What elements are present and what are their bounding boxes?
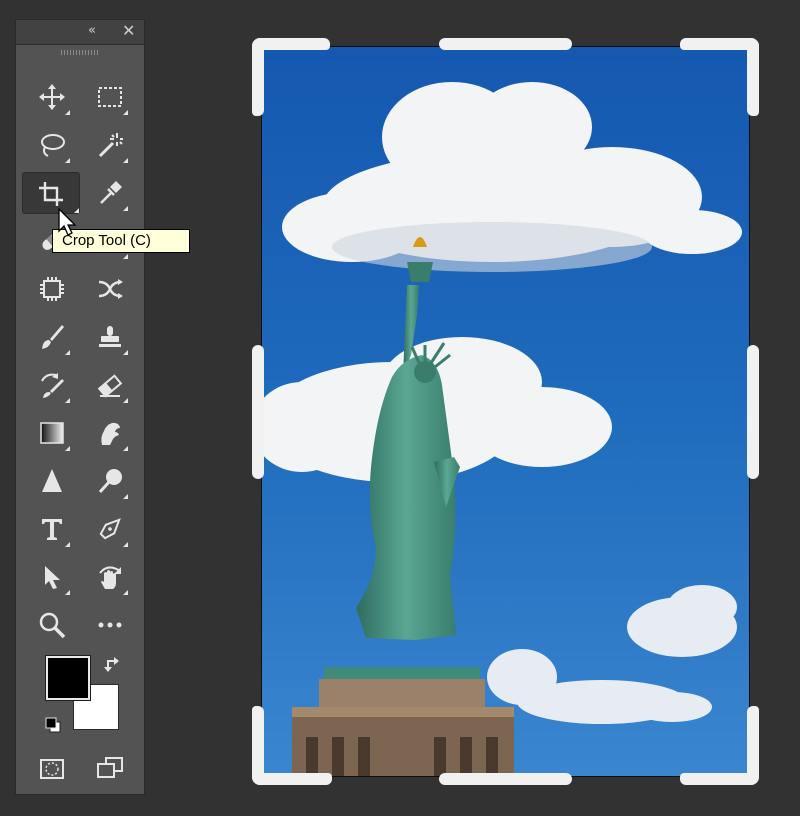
flyout-indicator xyxy=(123,494,128,499)
lasso-tool[interactable] xyxy=(34,127,70,163)
hand-rotate-icon xyxy=(99,566,121,589)
collapse-panel-button[interactable]: « xyxy=(88,24,96,38)
swap-icon[interactable] xyxy=(104,656,122,674)
puppet-warp-tool[interactable] xyxy=(92,271,128,307)
edit-toolbar[interactable] xyxy=(92,607,128,643)
ellipsis-icon xyxy=(98,622,122,628)
eyedropper-icon xyxy=(100,181,122,204)
tools-panel: « ✕ xyxy=(15,19,145,795)
puppet-warp-icon xyxy=(98,279,123,299)
paintbrush-icon xyxy=(42,325,64,349)
mouse-pointer-icon xyxy=(58,208,77,236)
flyout-indicator xyxy=(65,398,70,403)
crop-handle-top-right-vertical[interactable] xyxy=(747,38,759,116)
arrow-icon xyxy=(45,566,60,589)
move-icon xyxy=(39,84,65,110)
quick-mask-icon xyxy=(40,759,64,779)
eraser-tool[interactable] xyxy=(92,367,128,403)
crop-handle-top[interactable] xyxy=(439,38,572,50)
flyout-indicator xyxy=(65,542,70,547)
eyedropper-tool[interactable] xyxy=(92,175,128,211)
dodge-tool[interactable] xyxy=(92,463,128,499)
move-tool[interactable] xyxy=(34,79,70,115)
screen-mode[interactable] xyxy=(92,751,128,787)
clone-stamp-tool[interactable] xyxy=(92,319,128,355)
flyout-indicator xyxy=(123,398,128,403)
rect-marquee-icon xyxy=(98,87,122,107)
gradient-tool[interactable] xyxy=(34,415,70,451)
flyout-indicator xyxy=(65,446,70,451)
quick-mask-mode[interactable] xyxy=(34,751,70,787)
magic-wand-tool[interactable] xyxy=(92,127,128,163)
smudge-tool[interactable] xyxy=(92,415,128,451)
content-aware-icon xyxy=(40,277,64,301)
eraser-icon xyxy=(97,374,123,398)
rectangular-marquee-tool[interactable] xyxy=(92,79,128,115)
flyout-indicator xyxy=(65,158,70,163)
flyout-indicator xyxy=(65,590,70,595)
flyout-indicator xyxy=(123,254,128,259)
crop-handle-right[interactable] xyxy=(747,345,759,479)
sharpen-icon xyxy=(42,469,62,492)
magic-wand-icon xyxy=(98,133,123,158)
smudge-icon xyxy=(101,422,120,445)
pen-icon xyxy=(99,518,121,540)
flyout-indicator xyxy=(65,350,70,355)
flyout-indicator xyxy=(123,206,128,211)
flyout-indicator xyxy=(123,110,128,115)
history-brush-tool[interactable] xyxy=(34,367,70,403)
statue-of-liberty-photo xyxy=(262,47,749,776)
document-canvas[interactable] xyxy=(261,46,750,777)
flyout-indicator xyxy=(123,350,128,355)
content-aware-move-tool[interactable] xyxy=(34,271,70,307)
rotate-view-tool[interactable] xyxy=(92,559,128,595)
crop-handle-left[interactable] xyxy=(252,345,264,479)
zoom-tool[interactable] xyxy=(34,607,70,643)
foreground-color-swatch[interactable] xyxy=(46,656,90,700)
path-selection-tool[interactable] xyxy=(34,559,70,595)
flyout-indicator xyxy=(123,590,128,595)
gradient-icon xyxy=(40,422,64,444)
screen-mode-icon xyxy=(97,757,123,778)
panel-header: « ✕ xyxy=(16,20,144,45)
flyout-indicator xyxy=(123,446,128,451)
flyout-indicator xyxy=(65,110,70,115)
paintbrush-tool[interactable] xyxy=(34,319,70,355)
crop-handle-bottom-left[interactable] xyxy=(252,773,332,785)
dodge-icon xyxy=(98,469,122,494)
sharpen-tool[interactable] xyxy=(34,463,70,499)
panel-grip[interactable] xyxy=(61,50,99,55)
crop-handle-top-left-vertical[interactable] xyxy=(252,38,264,116)
crop-handle-bottom[interactable] xyxy=(439,773,572,785)
type-icon xyxy=(42,519,62,540)
lasso-icon xyxy=(41,134,65,157)
pen-tool[interactable] xyxy=(92,511,128,547)
close-panel-button[interactable]: ✕ xyxy=(122,22,135,40)
stamp-icon xyxy=(99,326,121,347)
default-colors-icon[interactable] xyxy=(45,717,63,735)
history-brush-icon xyxy=(41,373,64,398)
type-tool[interactable] xyxy=(34,511,70,547)
crop-handle-bottom-right[interactable] xyxy=(680,773,759,785)
flyout-indicator xyxy=(123,158,128,163)
magnifier-icon xyxy=(39,612,66,639)
flyout-indicator xyxy=(123,542,128,547)
crop-icon xyxy=(39,182,63,206)
